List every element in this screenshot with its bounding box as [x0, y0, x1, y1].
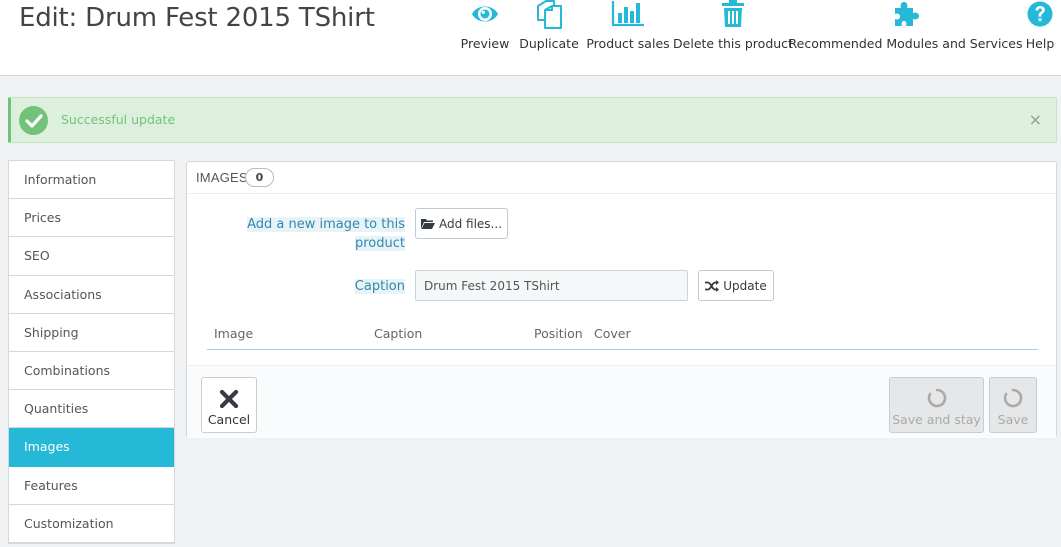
- column-image: Image: [214, 326, 254, 341]
- preview-button[interactable]: Preview: [459, 0, 511, 56]
- caption-input[interactable]: [415, 270, 688, 301]
- bar-chart-icon: [611, 0, 645, 34]
- add-image-label: Add a new image to this product: [227, 215, 405, 253]
- images-table-header: Image Caption Position Cover: [207, 319, 1038, 350]
- column-cover: Cover: [594, 326, 631, 341]
- duplicate-label: Duplicate: [519, 36, 579, 51]
- preview-label: Preview: [460, 36, 510, 51]
- add-image-label-line2: product: [354, 236, 405, 251]
- copy-icon: [534, 0, 564, 34]
- tab-combinations[interactable]: Combinations: [9, 352, 174, 391]
- save-and-stay-label: Save and stay: [892, 412, 981, 427]
- recommended-modules-label: Recommended Modules and Services: [788, 36, 1023, 51]
- check-circle-icon: [19, 106, 48, 135]
- panel-title: IMAGES: [196, 170, 248, 185]
- column-position: Position: [534, 326, 583, 341]
- page-header: Edit: Drum Fest 2015 TShirt Preview Dupl…: [0, 0, 1061, 76]
- add-files-button[interactable]: Add files...: [415, 208, 508, 239]
- close-icon: [219, 389, 239, 409]
- save-button[interactable]: Save: [989, 377, 1037, 433]
- add-files-label: Add files...: [438, 216, 503, 231]
- tab-prices[interactable]: Prices: [9, 199, 174, 238]
- update-button[interactable]: Update: [698, 270, 774, 301]
- tab-features[interactable]: Features: [9, 467, 174, 505]
- help-button[interactable]: Help: [1022, 0, 1058, 56]
- success-alert: Successful update ×: [8, 97, 1057, 143]
- alert-message: Successful update: [61, 112, 176, 127]
- refresh-icon: [927, 388, 946, 408]
- eye-icon: [471, 0, 499, 34]
- image-count-badge: 0: [245, 168, 274, 187]
- add-image-label-line1: Add a new image to this: [247, 217, 405, 232]
- tab-images[interactable]: Images: [9, 428, 174, 467]
- delete-product-button[interactable]: Delete this product: [673, 0, 793, 56]
- save-label: Save: [997, 412, 1029, 427]
- panel-footer: Cancel Save and stay Save: [187, 365, 1056, 438]
- folder-open-icon: [420, 219, 435, 229]
- tab-shipping[interactable]: Shipping: [9, 314, 174, 352]
- recommended-modules-button[interactable]: Recommended Modules and Services: [789, 0, 1023, 56]
- cancel-label: Cancel: [207, 412, 251, 427]
- tab-associations[interactable]: Associations: [9, 276, 174, 314]
- puzzle-icon: [891, 0, 921, 34]
- trash-icon: [721, 0, 745, 34]
- panel-heading: IMAGES 0: [187, 162, 1056, 194]
- help-icon: [1026, 0, 1054, 34]
- column-caption: Caption: [374, 326, 423, 341]
- product-sales-label: Product sales: [586, 36, 670, 51]
- tab-customization[interactable]: Customization: [9, 505, 174, 543]
- close-icon[interactable]: ×: [1029, 110, 1042, 129]
- product-tabs-sidebar: Information Prices SEO Associations Ship…: [8, 160, 175, 544]
- delete-product-label: Delete this product: [673, 36, 793, 51]
- duplicate-button[interactable]: Duplicate: [518, 0, 580, 56]
- caption-label-text: Caption: [354, 279, 405, 294]
- save-and-stay-button[interactable]: Save and stay: [889, 377, 984, 433]
- page-title: Edit: Drum Fest 2015 TShirt: [19, 3, 375, 33]
- tab-quantities[interactable]: Quantities: [9, 390, 174, 429]
- tab-seo[interactable]: SEO: [9, 237, 174, 276]
- refresh-icon: [1003, 388, 1023, 408]
- cancel-button[interactable]: Cancel: [201, 377, 257, 433]
- tab-information[interactable]: Information: [9, 161, 174, 200]
- images-panel: IMAGES 0 Add a new image to this product…: [186, 161, 1057, 438]
- update-label: Update: [723, 278, 767, 293]
- help-label: Help: [1025, 36, 1055, 51]
- caption-label: Caption: [307, 277, 405, 296]
- product-sales-button[interactable]: Product sales: [586, 0, 670, 56]
- shuffle-icon: [705, 279, 720, 292]
